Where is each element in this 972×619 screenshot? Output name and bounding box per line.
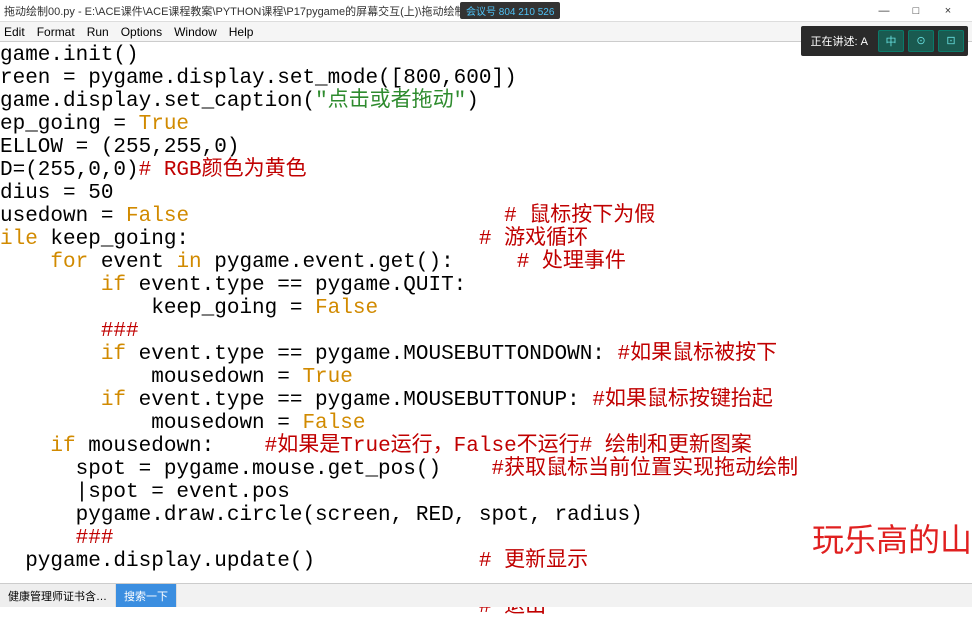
taskbar-search[interactable]: 搜索一下 [116,584,177,607]
maximize-button[interactable]: □ [904,5,928,17]
menu-options[interactable]: Options [121,25,162,39]
window-controls: — □ × [872,5,968,17]
menu-help[interactable]: Help [229,25,254,39]
toolbar-btn-2[interactable]: ⊙ [908,30,934,52]
minimize-button[interactable]: — [872,5,896,17]
window-title: 拖动绘制00.py - E:\ACE课件\ACE课程教案\PYTHON课程\P1… [4,3,872,19]
menu-format[interactable]: Format [37,25,75,39]
menu-run[interactable]: Run [87,25,109,39]
menu-window[interactable]: Window [174,25,217,39]
menu-edit[interactable]: Edit [4,25,25,39]
toolbar-btn-3[interactable]: ⊡ [938,30,964,52]
close-button[interactable]: × [936,5,960,17]
meeting-id-badge: 会议号 804 210 526 [460,2,560,19]
taskbar-item[interactable]: 健康管理师证书含… [0,584,116,607]
watermark: 玩乐高的山 [812,515,972,561]
taskbar: 健康管理师证书含… 搜索一下 [0,583,972,607]
screen-share-toolbar[interactable]: 正在讲述: A 中 ⊙ ⊡ [801,26,968,56]
presenter-label: 正在讲述: A [805,33,874,49]
toolbar-btn-1[interactable]: 中 [878,30,904,52]
